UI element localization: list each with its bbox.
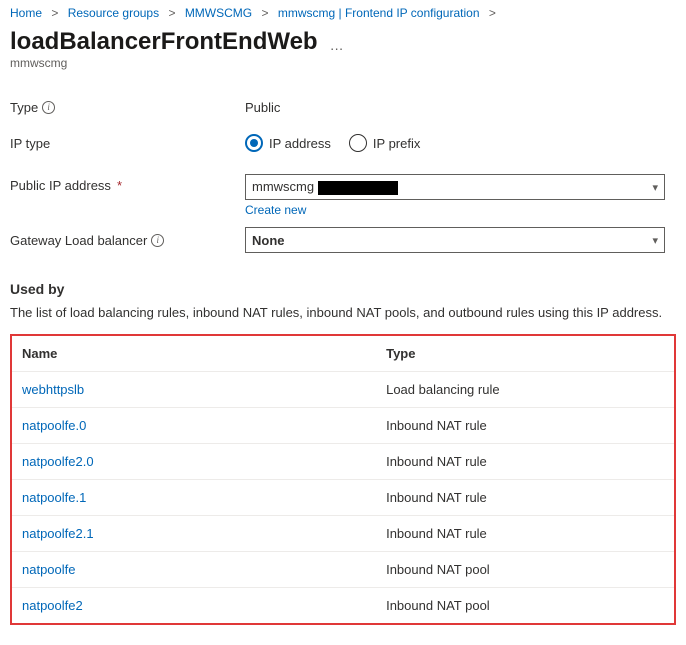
rule-type: Inbound NAT rule — [376, 516, 674, 552]
row-ip-type: IP type IP address IP prefix — [10, 130, 676, 156]
radio-unchecked-icon — [349, 134, 367, 152]
breadcrumb-resource-groups[interactable]: Resource groups — [68, 6, 159, 20]
used-by-table: Name Type webhttpslbLoad balancing rulen… — [12, 336, 674, 623]
rule-type: Inbound NAT rule — [376, 480, 674, 516]
rule-type: Load balancing rule — [376, 372, 674, 408]
page-title: loadBalancerFrontEndWeb — [10, 28, 318, 56]
table-row: natpoolfe2.0 Inbound NAT rule — [12, 444, 674, 480]
create-new-link[interactable]: Create new — [245, 203, 306, 217]
page-subtitle: mmwscmg — [10, 56, 676, 70]
public-ip-select[interactable]: mmwscmg ▾ — [245, 174, 665, 200]
label-public-ip: Public IP address — [10, 178, 111, 193]
chevron-right-icon: > — [489, 6, 496, 20]
row-type: Type i Public — [10, 94, 676, 120]
breadcrumb-mmwscmg-upper[interactable]: MMWSCMG — [185, 6, 252, 20]
title-row: loadBalancerFrontEndWeb … — [10, 28, 676, 56]
table-row: natpoolfe2 Inbound NAT pool — [12, 588, 674, 624]
col-header-name[interactable]: Name — [12, 336, 376, 372]
chevron-right-icon: > — [51, 6, 58, 20]
rule-link[interactable]: natpoolfe.0 — [22, 418, 86, 433]
info-icon[interactable]: i — [151, 234, 164, 247]
label-gateway-lb: Gateway Load balancer — [10, 233, 147, 248]
chevron-right-icon: > — [261, 6, 268, 20]
chevron-down-icon: ▾ — [652, 234, 658, 247]
label-ip-type: IP type — [10, 136, 50, 151]
more-actions-button[interactable]: … — [330, 31, 345, 53]
ip-type-radio-group: IP address IP prefix — [245, 134, 676, 152]
table-row: webhttpslb Load balancing rule — [12, 372, 674, 408]
rule-link[interactable]: natpoolfe.1 — [22, 490, 86, 505]
breadcrumb: Home > Resource groups > MMWSCMG > mmwsc… — [10, 6, 676, 20]
breadcrumb-frontend-ip[interactable]: mmwscmg | Frontend IP configuration — [278, 6, 480, 20]
gateway-lb-select[interactable]: None ▾ — [245, 227, 665, 253]
table-row: natpoolfe.1 Inbound NAT rule — [12, 480, 674, 516]
rule-type: Inbound NAT rule — [376, 408, 674, 444]
chevron-right-icon: > — [168, 6, 175, 20]
chevron-down-icon: ▾ — [652, 181, 658, 194]
rule-type: Inbound NAT rule — [376, 444, 674, 480]
row-gateway-lb: Gateway Load balancer i None ▾ — [10, 227, 676, 253]
table-row: natpoolfe Inbound NAT pool — [12, 552, 674, 588]
required-asterisk: * — [117, 178, 122, 193]
redacted-text — [318, 181, 398, 195]
radio-ip-prefix[interactable]: IP prefix — [349, 134, 420, 152]
rule-type: Inbound NAT pool — [376, 552, 674, 588]
used-by-description: The list of load balancing rules, inboun… — [10, 305, 676, 320]
value-type: Public — [245, 100, 676, 115]
radio-ip-address[interactable]: IP address — [245, 134, 331, 152]
rule-link[interactable]: webhttpslb — [22, 382, 84, 397]
table-row: natpoolfe.0 Inbound NAT rule — [12, 408, 674, 444]
public-ip-value: mmwscmg — [252, 179, 314, 194]
gateway-lb-value: None — [252, 233, 285, 248]
label-type: Type — [10, 100, 38, 115]
rule-link[interactable]: natpoolfe2.0 — [22, 454, 94, 469]
breadcrumb-home[interactable]: Home — [10, 6, 42, 20]
radio-ip-address-label: IP address — [269, 136, 331, 151]
col-header-type[interactable]: Type — [376, 336, 674, 372]
radio-checked-icon — [245, 134, 263, 152]
used-by-heading: Used by — [10, 281, 676, 297]
rule-link[interactable]: natpoolfe2.1 — [22, 526, 94, 541]
rule-link[interactable]: natpoolfe2 — [22, 598, 83, 613]
used-by-table-highlight: Name Type webhttpslbLoad balancing rulen… — [10, 334, 676, 625]
table-row: natpoolfe2.1 Inbound NAT rule — [12, 516, 674, 552]
table-header-row: Name Type — [12, 336, 674, 372]
row-public-ip: Public IP address * mmwscmg ▾ Create new — [10, 174, 676, 217]
rule-type: Inbound NAT pool — [376, 588, 674, 624]
info-icon[interactable]: i — [42, 101, 55, 114]
rule-link[interactable]: natpoolfe — [22, 562, 76, 577]
radio-ip-prefix-label: IP prefix — [373, 136, 420, 151]
